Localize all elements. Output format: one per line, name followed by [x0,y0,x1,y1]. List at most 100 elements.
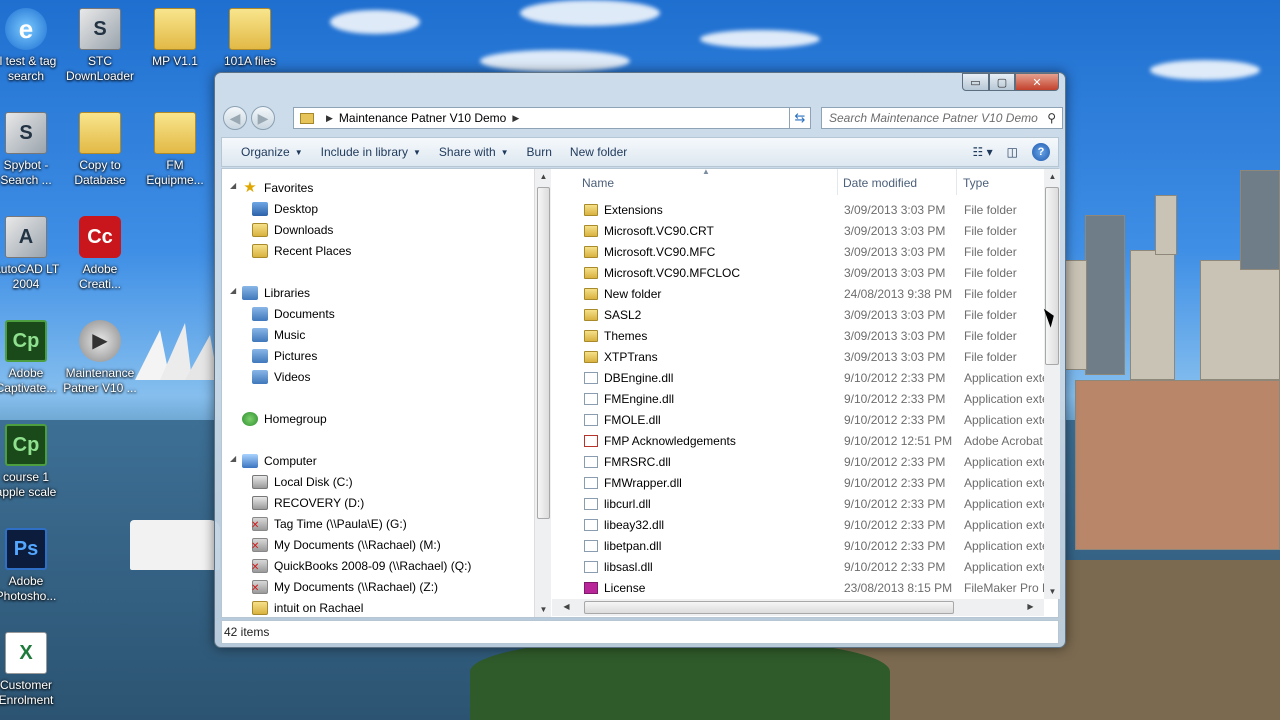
desktop-icon[interactable]: Ps Adobe Photosho... [0,528,64,604]
search-icon[interactable]: ⚲ [1047,111,1056,125]
desktop-icon[interactable]: Copy to Database [62,112,138,188]
include-in-library-button[interactable]: Include in library ▼ [312,138,430,166]
desktop-icon[interactable]: Cp Adobe Captivate... [0,320,64,396]
file-row[interactable]: FMEngine.dll 9/10/2012 2:33 PM Application… [552,388,1044,409]
breadcrumb-separator-icon[interactable]: ▶ [326,113,333,124]
share-with-button[interactable]: Share with ▼ [430,138,518,166]
desktop-icon[interactable]: S STC DownLoader [62,8,138,84]
file-row[interactable]: SASL2 3/09/2013 3:03 PM File folder [552,304,1044,325]
file-row[interactable]: libsasl.dll 9/10/2012 2:33 PM Application … [552,556,1044,577]
scroll-down-icon[interactable]: ▼ [535,605,552,614]
scrollbar-thumb[interactable] [584,601,954,614]
breadcrumb-item[interactable]: Maintenance Patner V10 Demo [339,111,506,125]
file-row[interactable]: FMOLE.dll 9/10/2012 2:33 PM Application ex… [552,409,1044,430]
nav-computer[interactable]: Computer [242,451,317,471]
close-button[interactable]: ✕ [1015,73,1059,91]
column-header-date-modified[interactable]: Date modified [843,176,917,190]
view-controls: ☷ ▾ ◫ ? [973,143,1050,161]
column-header-name[interactable]: Name [582,176,614,190]
nav-label: Documents [274,307,335,321]
folder-icon [584,245,598,258]
scroll-left-icon[interactable]: ◀ [558,602,575,611]
nav-quickbooks[interactable]: QuickBooks 2008-09 (\\Rachael) (Q:) [251,556,471,576]
scroll-up-icon[interactable]: ▲ [1044,172,1061,181]
file-row[interactable]: New folder 24/08/2013 9:38 PM File folder [552,283,1044,304]
nav-documents[interactable]: Documents [252,304,335,324]
forward-button[interactable]: ▶ [251,106,275,130]
change-view-icon[interactable]: ☷ ▾ [973,145,993,159]
file-row[interactable]: XTPTrans 3/09/2013 3:03 PM File folder [552,346,1044,367]
file-type: File folder [964,307,1017,322]
navigation-pane-scrollbar[interactable]: ▲ ▼ [534,169,551,617]
burn-button[interactable]: Burn [518,138,561,166]
desktop-icon[interactable]: X Customer Enrolment [0,632,64,708]
column-header-type[interactable]: Type [963,176,989,190]
nav-homegroup[interactable]: Homegroup [242,409,327,429]
nav-recovery[interactable]: RECOVERY (D:) [252,493,364,513]
search-input[interactable]: Search Maintenance Patner V10 Demo ⚲ [821,107,1063,129]
nav-downloads[interactable]: Downloads [252,220,333,240]
nav-my-documents-z[interactable]: My Documents (\\Rachael) (Z:) [251,577,438,597]
file-row[interactable]: Microsoft.VC90.MFCLOC 3/09/2013 3:03 PM Fi… [552,262,1044,283]
new-folder-button[interactable]: New folder [561,138,636,166]
address-bar[interactable]: ▶ Maintenance Patner V10 Demo ▶ ▼ [293,107,809,129]
app-icon: S [5,112,47,154]
scroll-down-icon[interactable]: ▼ [1044,587,1061,596]
file-row[interactable]: libcurl.dll 9/10/2012 2:33 PM Application … [552,493,1044,514]
scrollbar-thumb[interactable] [1045,187,1059,365]
nav-music[interactable]: Music [252,325,305,345]
desktop-icon[interactable]: 101A files [212,8,288,69]
captivate-icon: Cp [5,424,47,466]
nav-tag-time[interactable]: Tag Time (\\Paula\E) (G:) [251,514,407,534]
nav-intuit[interactable]: intuit on Rachael [252,598,363,617]
desktop-icon[interactable]: ▶ Maintenance Patner V10 ... [62,320,138,396]
breadcrumb-separator-icon[interactable]: ▶ [512,113,519,124]
column-divider[interactable] [956,169,957,195]
file-row[interactable]: DBEngine.dll 9/10/2012 2:33 PM Application… [552,367,1044,388]
desktop-icon[interactable]: MP V1.1 [137,8,213,69]
file-list-horizontal-scrollbar[interactable]: ◀ ▶ [552,599,1044,616]
file-row[interactable]: FMP Acknowledgements 9/10/2012 12:51 PM Ad… [552,430,1044,451]
nav-libraries[interactable]: Libraries [242,283,310,303]
collapse-icon[interactable]: ◢ [230,286,236,295]
collapse-icon[interactable]: ◢ [230,181,236,190]
help-icon[interactable]: ? [1032,143,1050,161]
desktop-icon[interactable]: FM Equipme... [137,112,213,188]
desktop-icon[interactable]: A AutoCAD LT 2004 [0,216,64,292]
preview-pane-icon[interactable]: ◫ [1007,145,1018,159]
file-date-modified: 3/09/2013 3:03 PM [844,265,946,280]
nav-local-disk[interactable]: Local Disk (C:) [252,472,353,492]
desktop-icon[interactable]: S Spybot - Search ... [0,112,64,188]
file-row[interactable]: libeay32.dll 9/10/2012 2:33 PM Application… [552,514,1044,535]
desktop-icon[interactable]: e rl test & tag search [0,8,64,84]
file-date-modified: 9/10/2012 2:33 PM [844,475,946,490]
file-row[interactable]: Microsoft.VC90.CRT 3/09/2013 3:03 PM File … [552,220,1044,241]
nav-recent-places[interactable]: Recent Places [252,241,351,261]
folder-icon [584,224,598,237]
refresh-button[interactable]: ⇆ [789,107,811,129]
file-row[interactable]: Microsoft.VC90.MFC 3/09/2013 3:03 PM File … [552,241,1044,262]
nav-desktop[interactable]: Desktop [252,199,318,219]
desktop-icon[interactable]: Cc Adobe Creati... [62,216,138,292]
scroll-up-icon[interactable]: ▲ [535,172,552,181]
scrollbar-thumb[interactable] [537,187,550,519]
file-row[interactable]: FMWrapper.dll 9/10/2012 2:33 PM Applicatio… [552,472,1044,493]
organize-button[interactable]: Organize ▼ [232,138,312,166]
file-row[interactable]: Themes 3/09/2013 3:03 PM File folder [552,325,1044,346]
collapse-icon[interactable]: ◢ [230,454,236,463]
scroll-right-icon[interactable]: ▶ [1022,602,1039,611]
file-list-vertical-scrollbar[interactable]: ▲ ▼ [1044,169,1060,599]
column-divider[interactable] [837,169,838,195]
desktop-icon[interactable]: Cp course 1 apple scale [0,424,64,500]
file-row[interactable]: License 23/08/2013 8:15 PM FileMaker Pro D… [552,577,1044,598]
back-button[interactable]: ◀ [223,106,247,130]
file-row[interactable]: Extensions 3/09/2013 3:03 PM File folder [552,199,1044,220]
nav-my-documents-m[interactable]: My Documents (\\Rachael) (M:) [251,535,441,555]
nav-pictures[interactable]: Pictures [252,346,317,366]
file-row[interactable]: libetpan.dll 9/10/2012 2:33 PM Application… [552,535,1044,556]
maximize-button[interactable]: ▢ [989,73,1015,91]
nav-favorites[interactable]: ★ Favorites [242,178,313,198]
nav-videos[interactable]: Videos [252,367,310,387]
minimize-button[interactable]: ▭ [962,73,989,91]
file-row[interactable]: FMRSRC.dll 9/10/2012 2:33 PM Application e… [552,451,1044,472]
